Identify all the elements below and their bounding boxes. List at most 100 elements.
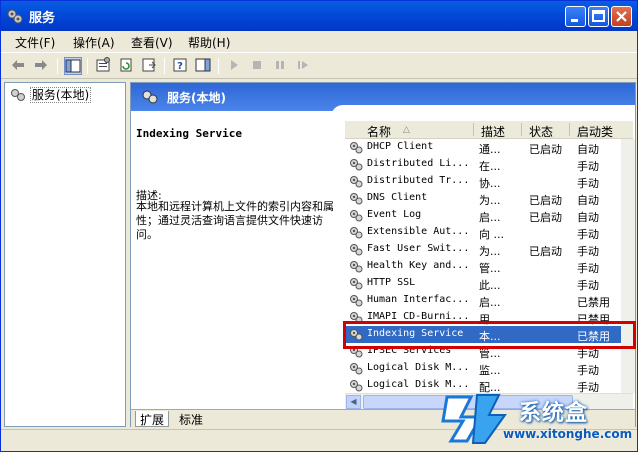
service-name: DNS Client [367,192,428,203]
sort-ascending-icon: △ [403,125,410,135]
toolbar-separator [164,58,165,74]
minimize-button[interactable] [565,6,586,27]
toolbar-separator [87,58,88,74]
service-gear-icon [350,278,363,290]
service-startup-type: 手动 [577,160,599,173]
service-description: 管... [479,262,501,275]
service-startup-type: 已禁用 [577,296,610,309]
service-description-panel: Indexing Service 描述: 本地和远程计算机上文件的索引内容和属性… [131,111,343,409]
service-gear-icon [350,142,363,154]
tab-extended[interactable]: 扩展 [135,411,170,427]
back-button[interactable] [9,57,27,75]
service-gear-icon [350,176,363,188]
table-row[interactable]: Human Interfac... 启... 已禁用 [345,292,633,309]
play-icon [231,60,238,70]
column-startup-type[interactable]: 启动类 [577,123,613,140]
menu-file[interactable]: 文件(F) [15,34,55,51]
service-gear-icon [350,159,363,171]
service-description: 监... [479,364,501,377]
table-row[interactable]: Fast User Swit... 为... 已启动 手动 [345,241,633,258]
column-divider[interactable] [473,123,474,136]
show-hide-tree-button[interactable] [64,57,82,75]
tree-item-services-local[interactable]: 服务(本地) [10,86,92,103]
table-row[interactable]: Health Key and... 管... 手动 [345,258,633,275]
stop-icon [253,61,261,69]
table-row[interactable]: DNS Client 为... 已启动 自动 [345,190,633,207]
scroll-left-button[interactable]: ◀ [346,395,361,409]
selected-service-title: Indexing Service [136,127,242,140]
refresh-button[interactable] [117,57,135,75]
column-divider[interactable] [569,123,570,136]
export-list-button[interactable] [140,57,158,75]
watermark: 系统盒 www.xitonghe.com [441,385,637,449]
maximize-button[interactable] [588,6,609,27]
service-name: DHCP Client [367,141,434,152]
service-description: 为... [479,245,501,258]
menu-view[interactable]: 查看(V) [131,34,173,51]
service-startup-type: 自动 [577,211,599,224]
service-description: 用... [479,313,501,326]
service-status: 已启动 [529,194,562,207]
table-row[interactable]: Distributed Tr... 协... 手动 [345,173,633,190]
close-button[interactable] [611,6,632,27]
watermark-text: 系统盒 [519,401,589,426]
service-startup-type: 自动 [577,143,599,156]
vertical-scrollbar[interactable] [621,139,635,393]
properties-button[interactable] [94,57,112,75]
services-window: 服务 文件(F) 操作(A) 查看(V) 帮助(H) ? 服务(本地) 服务(本… [0,0,638,452]
title-bar[interactable]: 服务 [1,1,637,31]
pause-service-button[interactable] [271,57,289,75]
pause-icon [276,61,284,69]
table-row[interactable]: DHCP Client 通... 已启动 自动 [345,139,633,156]
service-name: Logical Disk M... [367,362,470,373]
console-tree-icon [65,59,81,73]
xitonghe-logo-icon [441,394,507,444]
service-startup-type: 手动 [577,364,599,377]
column-divider[interactable] [521,123,522,136]
service-startup-type: 手动 [577,279,599,292]
menu-help[interactable]: 帮助(H) [188,34,230,51]
service-name: Extensible Aut... [367,226,470,237]
column-description[interactable]: 描述 [481,123,505,140]
service-name: Distributed Li... [367,158,470,169]
service-description: 通... [479,143,501,156]
service-name: Indexing Service [367,328,464,339]
show-action-pane-button[interactable] [194,57,212,75]
forward-button[interactable] [32,57,50,75]
service-description: 为... [479,194,501,207]
table-row[interactable]: IPSEC Services 管... 手动 [345,343,633,360]
service-gear-icon [350,244,363,256]
service-gear-icon [350,329,363,341]
minimize-icon [571,19,578,22]
start-service-button[interactable] [225,57,243,75]
service-name: Fast User Swit... [367,243,470,254]
service-name: Event Log [367,209,422,220]
menu-action[interactable]: 操作(A) [73,34,115,51]
toolbar-separator [218,58,219,74]
service-description: 此... [479,279,501,292]
stop-service-button[interactable] [248,57,266,75]
table-row[interactable]: Distributed Li... 在... 手动 [345,156,633,173]
services-list: 名称 △ 描述 状态 启动类 DHCP Client 通... 已启动 自动 Distr… [345,121,633,409]
help-icon: ? [173,58,187,72]
help-button[interactable]: ? [171,57,189,75]
service-gear-icon [350,261,363,273]
table-row[interactable]: Extensible Aut... 向 ... 手动 [345,224,633,241]
properties-icon [96,57,110,72]
menu-bar: 文件(F) 操作(A) 查看(V) 帮助(H) [1,31,637,52]
tab-standard[interactable]: 标准 [175,411,207,427]
column-name[interactable]: 名称 [367,123,391,140]
gears-icon [7,9,23,24]
maximize-icon [592,10,605,22]
table-row[interactable]: Logical Disk M... 监... 手动 [345,360,633,377]
table-row-selected[interactable]: Indexing Service 本... 已禁用 [345,326,633,343]
restart-service-button[interactable] [294,57,312,75]
column-status[interactable]: 状态 [529,123,553,140]
service-startup-type: 自动 [577,194,599,207]
table-row[interactable]: HTTP SSL 此... 手动 [345,275,633,292]
watermark-url: www.xitonghe.com [503,427,633,441]
table-row[interactable]: IMAPI CD-Burni... 用... 已禁用 [345,309,633,326]
service-name: IPSEC Services [367,345,452,356]
window-title: 服务 [29,11,56,26]
table-row[interactable]: Event Log 启... 已启动 自动 [345,207,633,224]
